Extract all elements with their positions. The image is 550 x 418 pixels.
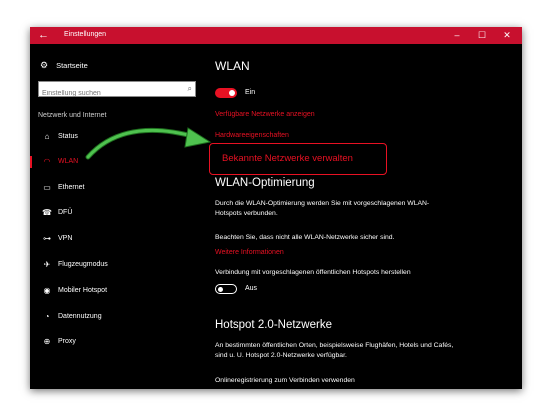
optimization-description: Durch die WLAN-Optimierung werden Sie mi… bbox=[215, 200, 430, 217]
sidebar-item-datennutzung[interactable]: ◔ Datennutzung bbox=[30, 307, 203, 327]
maximize-icon[interactable]: ☐ bbox=[470, 27, 494, 44]
hotspot20-heading: Hotspot 2.0-Netzwerke bbox=[215, 319, 332, 331]
sidebar-item-label: Mobiler Hotspot bbox=[58, 287, 108, 294]
minimize-icon[interactable]: – bbox=[445, 27, 469, 44]
dialup-icon: ☎ bbox=[42, 208, 52, 217]
wifi-toggle-state: Ein bbox=[245, 89, 256, 96]
security-note: Beachten Sie, dass nicht alle WLAN-Netzw… bbox=[215, 234, 395, 241]
back-arrow-icon[interactable]: ← bbox=[38, 28, 49, 42]
sidebar-item-label: Ethernet bbox=[58, 184, 85, 191]
manage-known-networks-link[interactable]: Bekannte Netzwerke verwalten bbox=[222, 153, 353, 165]
optimization-heading: WLAN-Optimierung bbox=[215, 177, 315, 189]
ethernet-icon: ▭ bbox=[43, 183, 51, 192]
settings-window: ← Einstellungen – ☐ ✕ ⚙ Startseite ⌕ Net… bbox=[30, 27, 522, 389]
search-input[interactable] bbox=[39, 87, 172, 100]
annotation-arrow bbox=[85, 127, 212, 160]
home-icon: ⌂ bbox=[44, 132, 50, 141]
sidebar-item-label: Flugzeugmodus bbox=[58, 261, 108, 268]
toggle-knob bbox=[229, 90, 235, 96]
sidebar-item-label: Proxy bbox=[58, 338, 76, 345]
wifi-icon: ◠ bbox=[43, 157, 51, 166]
search-box[interactable]: ⌕ bbox=[38, 81, 196, 100]
home-link[interactable]: ⚙ Startseite bbox=[40, 60, 88, 71]
title-bar: ← Einstellungen – ☐ ✕ bbox=[30, 27, 522, 44]
sidebar-item-label: Datennutzung bbox=[58, 313, 102, 320]
vpn-icon: ⊶ bbox=[43, 234, 51, 243]
sidebar-item-vpn[interactable]: ⊶ VPN bbox=[30, 229, 203, 249]
sidebar: ⚙ Startseite ⌕ Netzwerk und Internet ⌂ S… bbox=[30, 44, 203, 389]
hardware-properties-link[interactable]: Hardwareeigenschaften bbox=[215, 131, 289, 141]
hotspot20-description: An bestimmten öffentlichen Orten, beispi… bbox=[215, 342, 454, 359]
show-networks-link[interactable]: Verfügbare Netzwerke anzeigen bbox=[215, 110, 315, 120]
hotspot-toggle[interactable] bbox=[215, 284, 237, 294]
sidebar-item-label: Status bbox=[58, 133, 78, 140]
online-registration-label: Onlineregistrierung zum Verbinden verwen… bbox=[215, 377, 355, 384]
sidebar-item-ethernet[interactable]: ▭ Ethernet bbox=[30, 178, 203, 198]
page-title: WLAN bbox=[215, 59, 250, 73]
hotspot-icon: ◉ bbox=[43, 286, 51, 295]
connect-hotspots-label: Verbindung mit vorgeschlagenen öffentlic… bbox=[215, 269, 411, 276]
sidebar-item-mobiler-hotspot[interactable]: ◉ Mobiler Hotspot bbox=[30, 281, 203, 301]
home-label: Startseite bbox=[56, 61, 88, 70]
hotspot-toggle-state: Aus bbox=[245, 285, 258, 292]
more-info-link[interactable]: Weitere Informationen bbox=[215, 248, 284, 258]
search-icon[interactable]: ⌕ bbox=[188, 82, 192, 95]
sidebar-item-flugzeugmodus[interactable]: ✈ Flugzeugmodus bbox=[30, 255, 203, 275]
sidebar-item-proxy[interactable]: ⊕ Proxy bbox=[30, 332, 203, 352]
data-usage-icon: ◔ bbox=[44, 312, 50, 321]
close-icon[interactable]: ✕ bbox=[495, 27, 519, 44]
sidebar-item-label: VPN bbox=[58, 235, 73, 242]
main-content: WLAN Ein Verfügbare Netzwerke anzeigen H… bbox=[209, 44, 515, 389]
wifi-toggle[interactable] bbox=[215, 88, 237, 98]
globe-icon: ⊕ bbox=[43, 337, 51, 346]
toggle-knob bbox=[218, 286, 223, 292]
sidebar-item-dfue[interactable]: ☎ DFÜ bbox=[30, 203, 203, 223]
gear-icon: ⚙ bbox=[40, 60, 49, 70]
window-title: Einstellungen bbox=[64, 31, 107, 38]
sidebar-item-label: WLAN bbox=[58, 158, 79, 165]
sidebar-item-label: DFÜ bbox=[58, 209, 73, 216]
airplane-icon: ✈ bbox=[43, 260, 51, 269]
